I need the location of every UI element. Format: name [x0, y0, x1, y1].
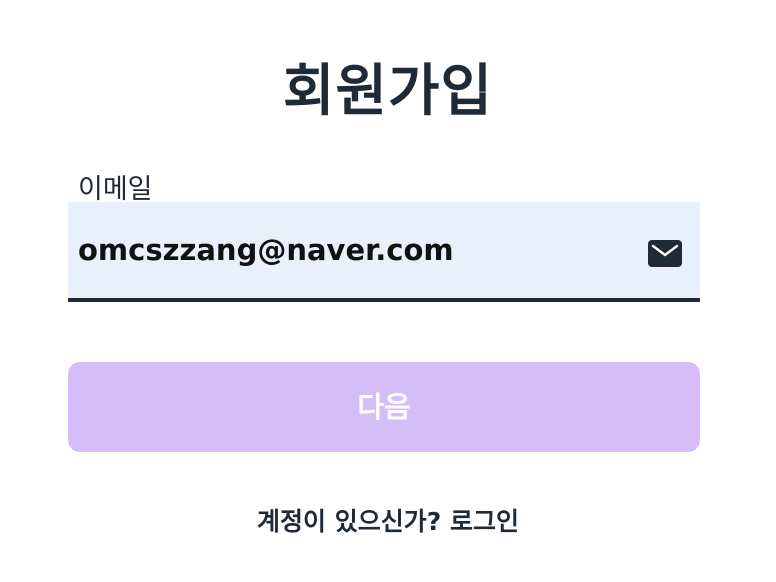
- login-link[interactable]: 로그인: [450, 507, 519, 536]
- email-field-container[interactable]: [68, 202, 700, 302]
- login-prompt-text: 계정이 있으신가?: [257, 507, 442, 536]
- mail-icon: [648, 240, 682, 267]
- next-button[interactable]: 다음: [68, 362, 700, 452]
- page-title: 회원가입: [282, 59, 494, 124]
- login-prompt: 계정이 있으신가? 로그인: [0, 500, 776, 544]
- email-label: 이메일: [78, 174, 153, 205]
- email-input[interactable]: [78, 226, 618, 274]
- signup-page: 회원가입 이메일 다음 계정이 있으신가? 로그인: [0, 0, 776, 582]
